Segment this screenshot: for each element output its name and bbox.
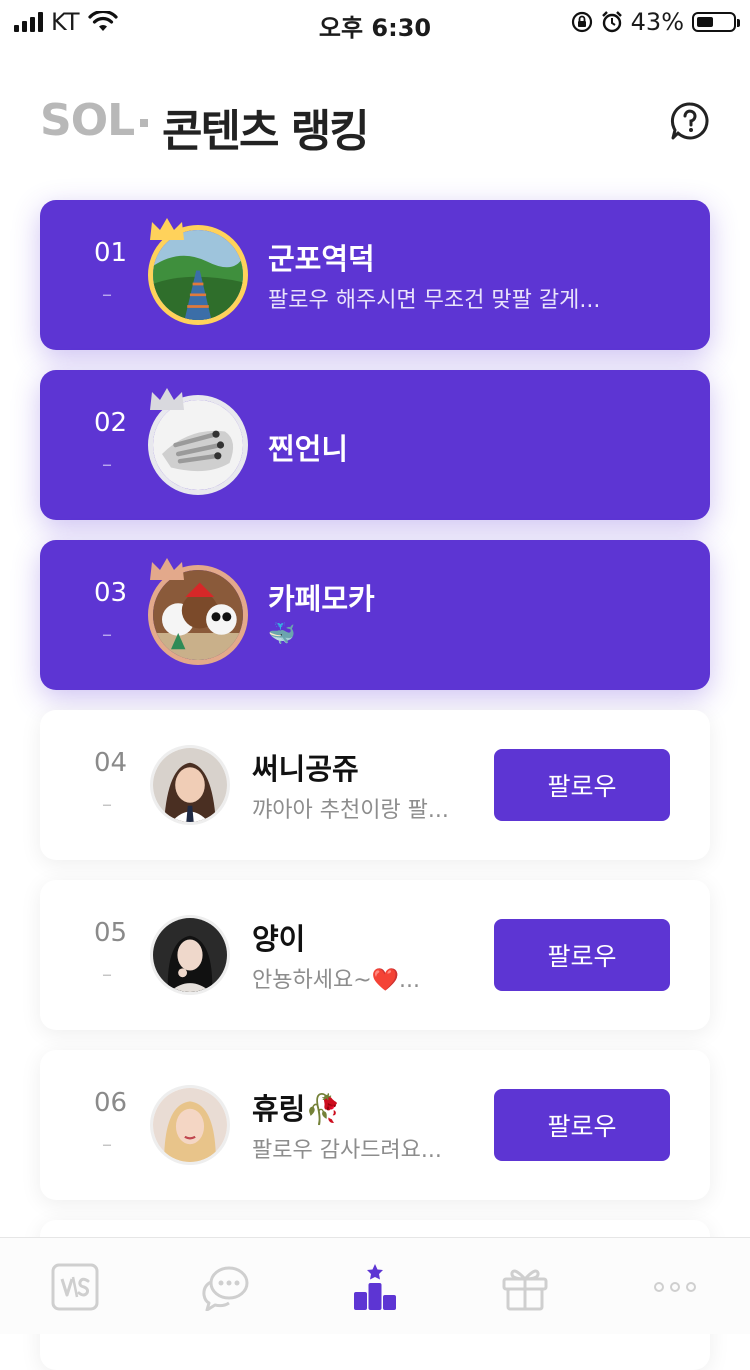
chat-bubbles-icon xyxy=(202,1266,249,1311)
gift-icon xyxy=(502,1269,548,1311)
rotation-lock-icon xyxy=(571,11,592,33)
status-right: 43% xyxy=(571,8,740,36)
nav-gift[interactable] xyxy=(495,1260,555,1314)
user-message: 꺄아아 추천이랑 팔... xyxy=(252,798,449,823)
avatar xyxy=(150,745,230,825)
rank-number: 03 xyxy=(94,578,128,608)
ranking-item-4[interactable]: 04 – 써니공쥬 꺄아아 추천이랑 팔... 팔로우 xyxy=(40,710,710,860)
rank-change: – xyxy=(102,1132,112,1156)
nav-chat[interactable] xyxy=(195,1260,255,1314)
more-dots-icon xyxy=(654,1282,696,1292)
page-title: 콘텐츠 랭킹 xyxy=(162,106,370,157)
user-message: 🐳 xyxy=(268,622,296,647)
ranking-item-2[interactable]: 02 – 찐언니 xyxy=(40,370,710,520)
title-separator xyxy=(140,119,148,127)
silver-crown-icon xyxy=(150,388,184,410)
nav-more[interactable] xyxy=(645,1260,705,1314)
avatar xyxy=(150,1085,230,1165)
ranking-item-5[interactable]: 05 – 양이 안뇽하세요~❤️... 팔로우 xyxy=(40,880,710,1030)
ranking-item-3[interactable]: 03 – 카페모카 🐳 xyxy=(40,540,710,690)
bronze-crown-icon xyxy=(150,558,184,580)
user-name: 써니공쥬 xyxy=(252,752,359,786)
rank-change: – xyxy=(102,282,112,306)
follow-button[interactable]: 팔로우 xyxy=(494,749,670,821)
vs-icon xyxy=(51,1263,99,1311)
status-bar: KT 오후 6:30 43% xyxy=(0,0,750,42)
rank-number: 02 xyxy=(94,408,128,438)
user-name: 찐언니 xyxy=(268,432,349,466)
user-message: 팔로우 감사드려요... xyxy=(252,1138,442,1163)
page-header: SOL 콘텐츠 랭킹 xyxy=(40,95,710,157)
rank-change: – xyxy=(102,452,112,476)
rank-number: 06 xyxy=(94,1088,128,1118)
rank-number: 01 xyxy=(94,238,128,268)
user-name: 군포역덕 xyxy=(268,242,375,276)
rank-number: 05 xyxy=(94,918,128,948)
rank-change: – xyxy=(102,622,112,646)
user-name: 양이 xyxy=(252,922,306,956)
avatar xyxy=(150,915,230,995)
user-message: 안뇽하세요~❤️... xyxy=(252,968,421,993)
ranking-item-1[interactable]: 01 – 군포역덕 팔로우 해주시면 무조건 맞팔 갈게... xyxy=(40,200,710,350)
user-message: 팔로우 해주시면 무조건 맞팔 갈게... xyxy=(268,288,601,313)
bottom-nav xyxy=(0,1237,750,1334)
user-name: 휴링🥀 xyxy=(252,1092,342,1126)
alarm-icon xyxy=(601,11,622,33)
ranking-item-6[interactable]: 06 – 휴링🥀 팔로우 감사드려요... 팔로우 xyxy=(40,1050,710,1200)
follow-button[interactable]: 팔로우 xyxy=(494,919,670,991)
battery-icon xyxy=(692,12,740,32)
rank-change: – xyxy=(102,792,112,816)
user-name: 카페모카 xyxy=(268,582,375,616)
battery-percent: 43% xyxy=(630,8,684,36)
gold-crown-icon xyxy=(150,218,184,240)
ranking-podium-icon xyxy=(354,1264,396,1310)
brand-logo: SOL xyxy=(40,95,135,146)
rank-number: 04 xyxy=(94,748,128,778)
nav-ranking[interactable] xyxy=(345,1260,405,1314)
help-icon[interactable] xyxy=(670,101,710,141)
rank-change: – xyxy=(102,962,112,986)
follow-button[interactable]: 팔로우 xyxy=(494,1089,670,1161)
nav-vs[interactable] xyxy=(45,1260,105,1314)
